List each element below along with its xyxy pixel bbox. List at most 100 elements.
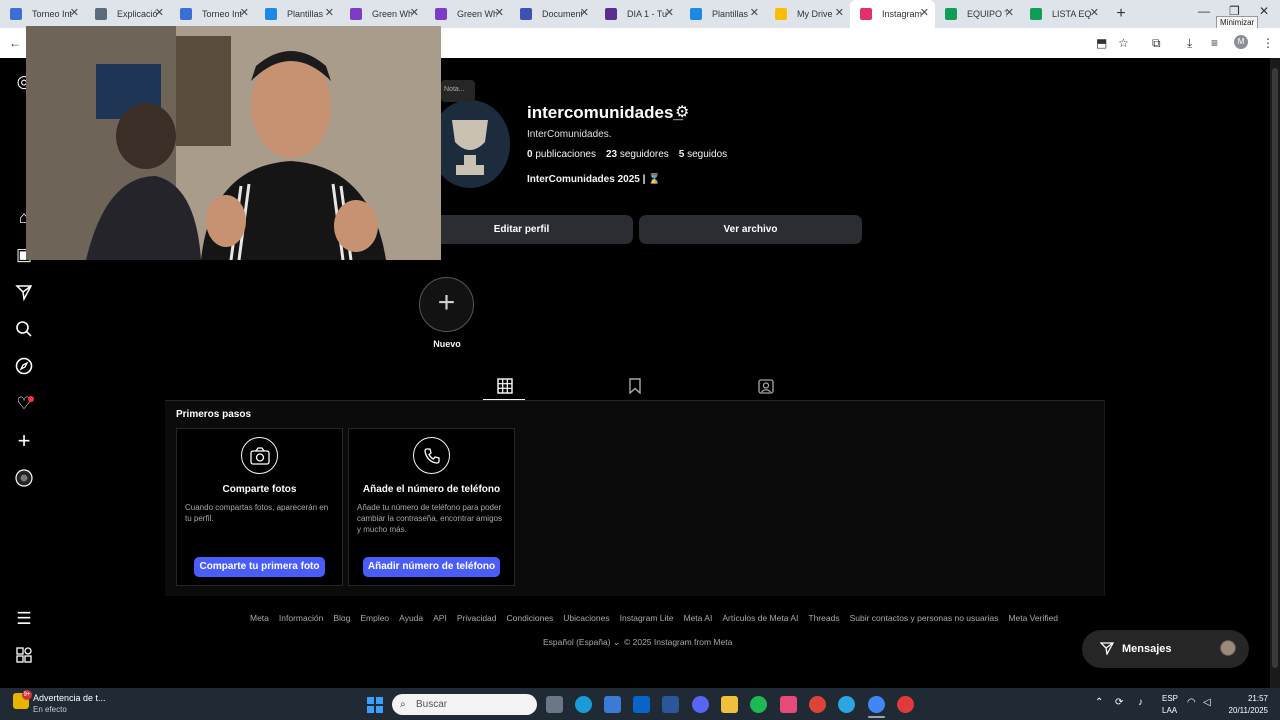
browser-tab[interactable]: DIA 1 - Tu ✕ xyxy=(595,0,680,28)
browser-tab[interactable]: Plantillas ✕ xyxy=(680,0,765,28)
footer-link[interactable]: Empleo xyxy=(360,613,389,623)
footer-link[interactable]: Meta xyxy=(250,613,269,623)
language-selector[interactable]: Español (España) ⌄ xyxy=(543,637,620,648)
footer-link[interactable]: Blog xyxy=(333,613,350,623)
media-control-icon[interactable]: ≡ xyxy=(1211,36,1218,50)
tab-close-icon[interactable]: ✕ xyxy=(495,6,504,19)
start-windows-icon[interactable] xyxy=(367,697,383,713)
microphone-icon[interactable]: ♪ xyxy=(1138,697,1143,708)
footer-link[interactable]: Meta AI xyxy=(683,613,712,623)
footer-link[interactable]: Meta Verified xyxy=(1008,613,1058,623)
spotify-icon[interactable] xyxy=(750,696,767,713)
profile-note-bubble[interactable]: Nota... xyxy=(441,80,475,102)
minimize-button[interactable]: — xyxy=(1198,4,1210,18)
footer-link[interactable]: Privacidad xyxy=(457,613,497,623)
add-phone-number-button[interactable]: Añadir número de teléfono xyxy=(363,557,500,577)
view-archive-button[interactable]: Ver archivo xyxy=(639,215,862,244)
footer-link[interactable]: Instagram Lite xyxy=(620,613,674,623)
settings-gear-icon[interactable]: ⚙ xyxy=(675,102,689,122)
browser-tab[interactable]: Plantillas ✕ xyxy=(255,0,340,28)
tab-close-icon[interactable]: ✕ xyxy=(920,6,929,19)
word-icon[interactable] xyxy=(662,696,679,713)
footer-link[interactable]: Threads xyxy=(808,613,839,623)
taskbar-search-input[interactable]: ⌕ Buscar xyxy=(392,694,537,715)
tab-close-icon[interactable]: ✕ xyxy=(580,6,589,19)
browser-tab[interactable]: Torneo Inte✕ xyxy=(170,0,255,28)
file-explorer-icon[interactable] xyxy=(721,696,738,713)
input-layout[interactable]: LAA xyxy=(1162,706,1177,715)
footer-link[interactable]: Condiciones xyxy=(507,613,554,623)
page-scrollbar[interactable] xyxy=(1270,58,1280,688)
tab-close-icon[interactable]: ✕ xyxy=(155,6,164,19)
browser-profile-avatar[interactable]: M xyxy=(1234,35,1248,49)
figma-icon[interactable] xyxy=(780,696,797,713)
direct-send-icon[interactable] xyxy=(14,283,34,303)
tab-favicon-icon xyxy=(435,8,447,20)
browser-tab[interactable]: LISTA EQU✕ xyxy=(1020,0,1105,28)
followers-stat[interactable]: 23 seguidores xyxy=(606,149,669,160)
following-stat[interactable]: 5 seguidos xyxy=(679,149,727,160)
tray-overflow-icon[interactable]: ⌃ xyxy=(1095,697,1103,708)
bookmark-star-icon[interactable]: ☆ xyxy=(1118,36,1129,50)
profile-avatar-icon[interactable] xyxy=(14,469,34,489)
input-language[interactable]: ESP xyxy=(1162,694,1178,703)
install-app-icon[interactable]: ⬒ xyxy=(1096,36,1107,50)
edge-icon[interactable] xyxy=(575,696,592,713)
profile-picture[interactable] xyxy=(430,100,510,188)
telegram-icon[interactable] xyxy=(838,696,855,713)
store-icon[interactable] xyxy=(604,696,621,713)
chrome-icon[interactable] xyxy=(809,696,826,713)
taskbar-date[interactable]: 20/11/2025 xyxy=(1222,706,1268,715)
chrome-active-icon[interactable] xyxy=(868,696,885,713)
tab-close-icon[interactable]: ✕ xyxy=(665,6,674,19)
browser-menu-icon[interactable]: ⋮ xyxy=(1262,36,1274,50)
tab-close-icon[interactable]: ✕ xyxy=(240,6,249,19)
tab-close-icon[interactable]: ✕ xyxy=(410,6,419,19)
footer-link[interactable]: Subir contactos y personas no usuarias xyxy=(850,613,999,623)
task-view-icon[interactable] xyxy=(546,696,563,713)
footer-link[interactable]: API xyxy=(433,613,447,623)
tab-close-icon[interactable]: ✕ xyxy=(1005,6,1014,19)
share-first-photo-button[interactable]: Comparte tu primera foto xyxy=(194,557,325,577)
browser-tab[interactable]: EQUIPO Te✕ xyxy=(935,0,1020,28)
notification-title[interactable]: Advertencia de t... xyxy=(33,693,106,703)
tagged-tab[interactable] xyxy=(755,378,777,394)
extensions-icon[interactable]: ⧉ xyxy=(1152,36,1161,51)
browser-tab[interactable]: Document ✕ xyxy=(510,0,595,28)
new-highlight-button[interactable]: + xyxy=(419,277,474,332)
new-tab-button[interactable]: + xyxy=(1111,5,1131,23)
tab-close-icon[interactable]: ✕ xyxy=(1090,6,1099,19)
browser-tab[interactable]: My Drive ✕ xyxy=(765,0,850,28)
search-icon[interactable] xyxy=(14,320,34,340)
speaker-icon[interactable]: ◁ xyxy=(1203,697,1211,708)
footer-link[interactable]: Información xyxy=(279,613,323,623)
wifi-icon[interactable]: ◠ xyxy=(1187,697,1196,708)
footer-link[interactable]: Ubicaciones xyxy=(563,613,609,623)
footer-link[interactable]: Ayuda xyxy=(399,613,423,623)
download-icon[interactable]: ⤓ xyxy=(1187,36,1192,51)
create-plus-icon[interactable]: + xyxy=(14,430,34,452)
obs-icon[interactable] xyxy=(897,696,914,713)
sync-icon[interactable]: ⟳ xyxy=(1115,697,1123,708)
explore-compass-icon[interactable] xyxy=(14,357,34,377)
close-window-button[interactable]: ✕ xyxy=(1259,4,1269,18)
outlook-icon[interactable] xyxy=(633,696,650,713)
posts-grid-tab[interactable] xyxy=(494,378,516,394)
tab-close-icon[interactable]: ✕ xyxy=(70,6,79,19)
discord-icon[interactable] xyxy=(692,696,709,713)
footer-link[interactable]: Artículos de Meta AI xyxy=(722,613,798,623)
browser-tab[interactable]: Torneo Inte✕ xyxy=(0,0,85,28)
browser-tab[interactable]: Explicación✕ xyxy=(85,0,170,28)
tab-close-icon[interactable]: ✕ xyxy=(835,6,844,19)
taskbar-clock[interactable]: 21:57 xyxy=(1230,694,1268,703)
back-icon[interactable]: ← xyxy=(9,36,21,50)
saved-bookmark-tab[interactable] xyxy=(624,378,646,395)
also-from-meta-icon[interactable] xyxy=(14,646,34,666)
edit-profile-button[interactable]: Editar perfil xyxy=(410,215,633,244)
browser-tab[interactable]: Green Whi ✕ xyxy=(425,0,510,28)
tab-close-icon[interactable]: ✕ xyxy=(750,6,759,19)
browser-tab[interactable]: Instagram ✕ xyxy=(850,0,935,28)
browser-tab[interactable]: Green Whi ✕ xyxy=(340,0,425,28)
tab-close-icon[interactable]: ✕ xyxy=(325,6,334,19)
more-menu-icon[interactable]: ☰ xyxy=(14,609,34,629)
